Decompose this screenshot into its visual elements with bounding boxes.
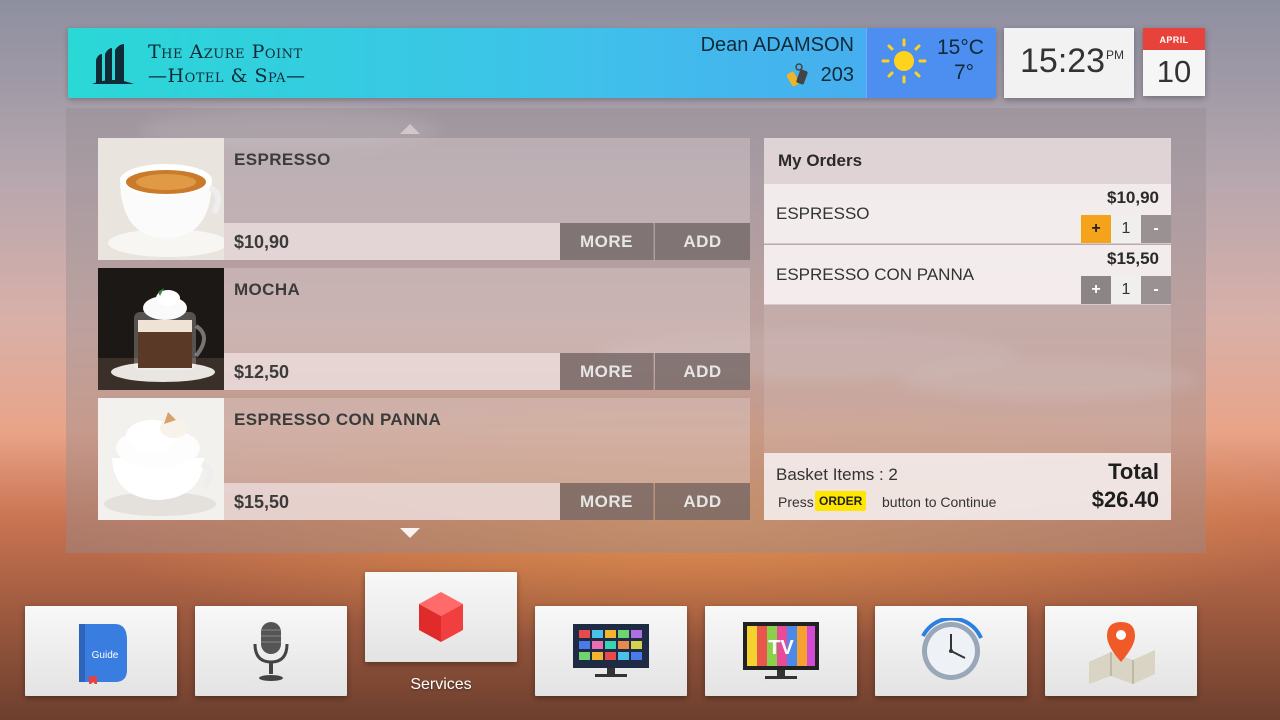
add-button[interactable]: ADD xyxy=(655,353,750,390)
sun-icon xyxy=(881,38,927,84)
menu-item-name: MOCHA xyxy=(234,280,301,299)
order-quantity: 1 xyxy=(1111,276,1141,304)
order-button-hint: ORDER xyxy=(815,491,867,511)
menu-item: MOCHA $12,50 MORE ADD xyxy=(98,268,750,390)
menu-item-name: ESPRESSO xyxy=(234,150,331,169)
clock-ampm: PM xyxy=(1106,48,1124,62)
temp-low: 7° xyxy=(954,61,975,84)
hotel-name: The Azure Point —Hotel & Spa— xyxy=(148,40,305,88)
guide-book-icon: Guide xyxy=(79,624,127,684)
press-label: Press xyxy=(778,494,814,510)
orders-header: My Orders xyxy=(764,138,1171,184)
menu-item-price-bar: $12,50 xyxy=(224,353,560,390)
more-button[interactable]: MORE xyxy=(560,353,654,390)
map-pin-icon xyxy=(1089,622,1155,684)
decrease-quantity-button[interactable]: - xyxy=(1141,215,1171,243)
clock-time: 15:23 xyxy=(1020,42,1106,80)
more-button[interactable]: MORE xyxy=(560,223,654,260)
decrease-quantity-button[interactable]: - xyxy=(1141,276,1171,304)
order-item-price: $10,90 xyxy=(1107,188,1159,207)
menu-item-info: ESPRESSO CON PANNA xyxy=(224,398,750,483)
mocha-image xyxy=(98,268,224,390)
increase-quantity-button[interactable]: + xyxy=(1081,215,1111,243)
menu-item-price-bar: $15,50 xyxy=(224,483,560,520)
temp-low-row: 7° xyxy=(937,61,974,85)
orders-title: My Orders xyxy=(778,151,863,170)
moon-icon xyxy=(940,66,947,80)
menu-item-info: MOCHA xyxy=(224,268,750,353)
espresso-con-panna-image xyxy=(98,398,224,520)
menu-item: ESPRESSO $10,90 MORE ADD xyxy=(98,138,750,260)
clock-widget: 15:23 PM xyxy=(1004,28,1134,98)
room-keys-icon xyxy=(786,63,808,87)
orders-footer: Basket Items : 2 Press ORDER button to C… xyxy=(764,453,1171,520)
menu-item-price: $15,50 xyxy=(234,492,290,512)
hotel-header: The Azure Point —Hotel & Spa— Dean ADAMS… xyxy=(68,28,996,98)
menu-item: ESPRESSO CON PANNA $15,50 MORE ADD xyxy=(98,398,750,520)
microphone-icon xyxy=(253,622,289,681)
services-label: Services xyxy=(410,676,472,693)
order-row[interactable]: ESPRESSO CON PANNA $15,50 + 1 - xyxy=(764,245,1171,305)
menu-item-price: $10,90 xyxy=(234,232,290,252)
dock-voice[interactable] xyxy=(195,606,347,696)
room-number: 203 xyxy=(820,63,854,86)
hotel-name-line1: The Azure Point xyxy=(148,41,303,63)
guide-label: Guide xyxy=(92,650,119,661)
menu-item-info: ESPRESSO xyxy=(224,138,750,223)
order-item-name: ESPRESSO CON PANNA xyxy=(776,265,975,284)
dock-services[interactable] xyxy=(365,572,517,662)
order-row[interactable]: ESPRESSO $10,90 + 1 - xyxy=(764,184,1171,244)
dock-guide[interactable]: Guide xyxy=(25,606,177,696)
room-info: 203 xyxy=(785,62,854,88)
more-button[interactable]: MORE xyxy=(560,483,654,520)
temp-high: 15°C xyxy=(937,36,984,59)
calendar-month: APRIL xyxy=(1143,28,1205,50)
total-label: Total xyxy=(1108,459,1159,484)
tv-channels-icon xyxy=(573,624,649,677)
dock-tv[interactable]: TV xyxy=(705,606,857,696)
espresso-image xyxy=(98,138,224,260)
order-quantity: 1 xyxy=(1111,215,1141,243)
my-orders-panel: My Orders ESPRESSO $10,90 + 1 - ESPRESSO… xyxy=(764,138,1171,520)
continue-label: button to Continue xyxy=(882,494,997,510)
calendar-day: 10 xyxy=(1156,54,1192,89)
hotel-name-line2: —Hotel & Spa— xyxy=(148,65,306,87)
tv-label: TV xyxy=(768,637,794,659)
total-value: $26.40 xyxy=(1091,487,1159,512)
menu-item-price-bar: $10,90 xyxy=(224,223,560,260)
scroll-down-icon[interactable] xyxy=(400,528,420,538)
hotel-logo-icon xyxy=(92,44,134,84)
dock-map[interactable] xyxy=(1045,606,1197,696)
add-button[interactable]: ADD xyxy=(655,223,750,260)
order-item-name: ESPRESSO xyxy=(776,204,870,223)
calendar-widget: APRIL 10 xyxy=(1143,28,1205,96)
services-cube-icon xyxy=(419,592,463,642)
add-button[interactable]: ADD xyxy=(655,483,750,520)
menu-item-price: $12,50 xyxy=(234,362,290,382)
tv-icon: TV xyxy=(743,622,819,679)
menu-item-name: ESPRESSO CON PANNA xyxy=(234,410,442,429)
guest-name: Dean ADAMSON xyxy=(700,34,854,56)
order-item-price: $15,50 xyxy=(1107,249,1159,268)
weather-widget: 15°C 7° xyxy=(866,28,996,98)
basket-count: Basket Items : 2 xyxy=(776,465,898,484)
dock-tv-channels[interactable] xyxy=(535,606,687,696)
scroll-up-icon[interactable] xyxy=(400,124,420,134)
dock-clock[interactable] xyxy=(875,606,1027,696)
clock-icon xyxy=(921,618,983,680)
increase-quantity-button[interactable]: + xyxy=(1081,276,1111,304)
